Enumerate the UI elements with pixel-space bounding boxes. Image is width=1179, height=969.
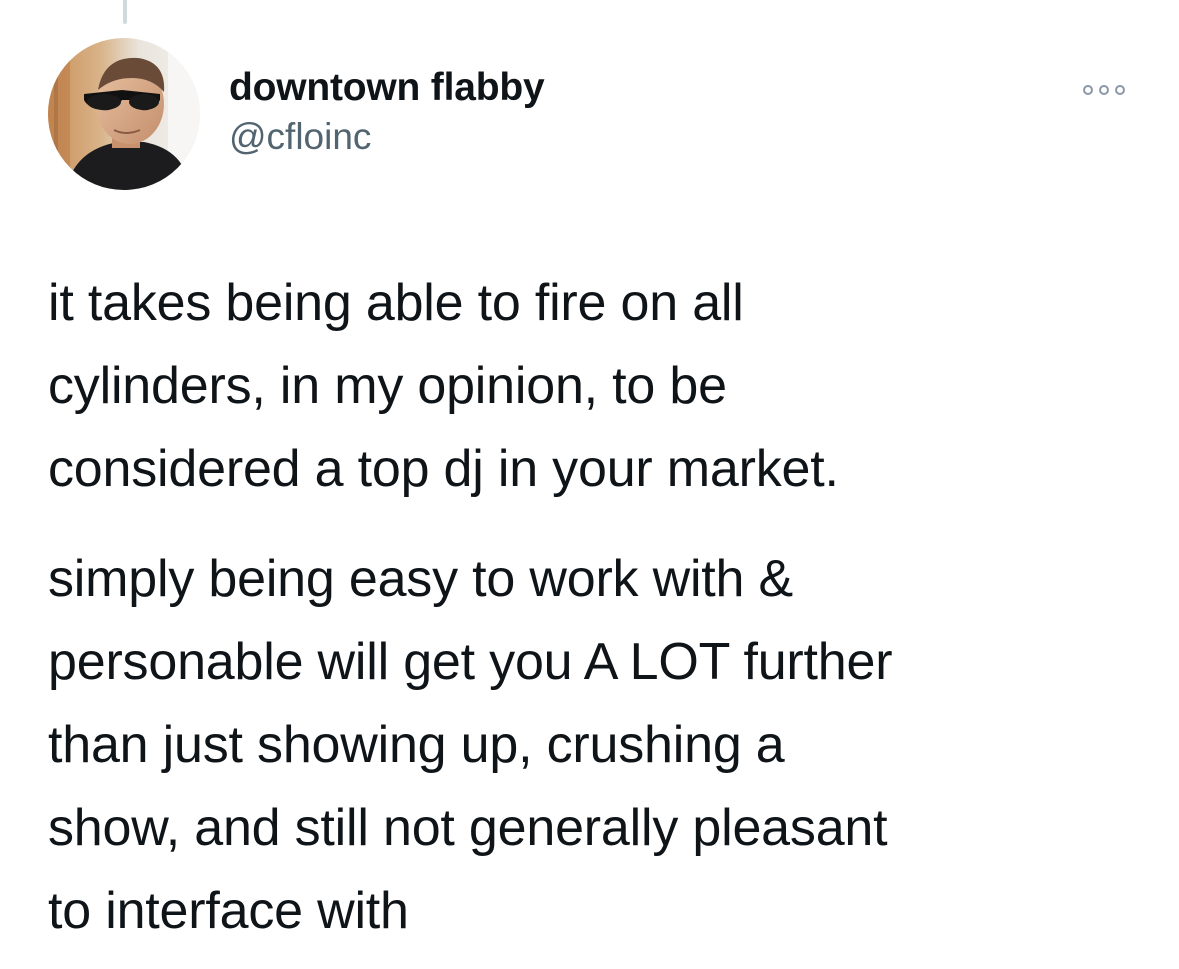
more-horizontal-icon [1083,85,1125,95]
tweet-paragraph-2: simply being easy to work with & persona… [48,550,893,940]
author-display-name[interactable]: downtown flabby [229,64,545,112]
avatar-photo-icon [48,38,200,190]
tweet-author: downtown flabby @cfloinc [229,64,545,160]
thread-connector-line [123,0,127,24]
author-handle[interactable]: @cfloinc [229,114,544,160]
avatar[interactable] [48,38,200,190]
tweet-text: it takes being able to fire on all cylin… [48,262,1158,953]
tweet-paragraph-1: it takes being able to fire on all cylin… [48,274,839,498]
more-options-button[interactable] [1076,70,1132,110]
